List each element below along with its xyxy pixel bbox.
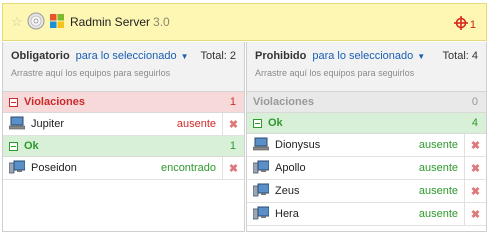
computer-name: Zeus: [275, 185, 300, 197]
group-label: Ok: [24, 140, 39, 152]
computer-name: Apollo: [275, 162, 306, 174]
group-label: Ok: [268, 117, 283, 129]
crosshair-alert-icon: [453, 16, 468, 33]
desktop-computer-icon: [252, 160, 270, 177]
group-label: Violaciones: [253, 96, 314, 108]
remove-icon[interactable]: ✖: [222, 113, 244, 135]
windows-logo-icon: [50, 13, 64, 31]
list-item[interactable]: Zeus ausente ✖: [247, 180, 486, 203]
computer-name: Dionysus: [275, 139, 321, 151]
collapse-icon[interactable]: [9, 97, 18, 107]
forbidden-column-header: Prohibido para lo seleccionado ▼ Total: …: [247, 42, 486, 92]
computer-name: Poseidon: [31, 162, 77, 174]
required-column: Obligatorio para lo seleccionado ▼ Total…: [2, 42, 245, 232]
drop-hint: Arrastre aquí los equipos para seguirlos: [255, 68, 415, 78]
remove-icon[interactable]: ✖: [464, 134, 486, 156]
app-version: 3.0: [153, 15, 170, 29]
desktop-computer-icon: [8, 160, 26, 177]
filter-dropdown[interactable]: para lo seleccionado: [76, 50, 177, 62]
alert-count: 1: [469, 18, 476, 31]
status-text: ausente: [418, 162, 458, 174]
violations-group-header[interactable]: Violaciones 0: [247, 92, 486, 113]
desktop-computer-icon: [252, 206, 270, 223]
chevron-down-icon[interactable]: ▼: [417, 52, 425, 61]
violations-group-header[interactable]: Violaciones 1: [3, 92, 244, 113]
remove-icon[interactable]: ✖: [464, 180, 486, 202]
alert-indicator[interactable]: 1: [453, 16, 476, 33]
group-count: 1: [229, 140, 236, 152]
status-text: ausente: [418, 185, 458, 197]
desktop-computer-icon: [252, 183, 270, 200]
remove-icon[interactable]: ✖: [464, 157, 486, 179]
list-item[interactable]: Jupiter ausente ✖: [3, 113, 244, 136]
status-text: ausente: [418, 139, 458, 151]
computer-icon: [8, 116, 26, 133]
ok-group-header[interactable]: Ok 1: [3, 136, 244, 157]
total-count: Total: 4: [442, 50, 478, 62]
drop-hint: Arrastre aquí los equipos para seguirlos: [11, 68, 171, 78]
ok-group-header[interactable]: Ok 4: [247, 113, 486, 134]
status-text: ausente: [176, 118, 216, 130]
collapse-icon[interactable]: [9, 141, 18, 151]
group-count: 1: [229, 96, 236, 108]
list-item[interactable]: Dionysus ausente ✖: [247, 134, 486, 157]
remove-icon[interactable]: ✖: [464, 203, 486, 225]
column-title: Obligatorio: [11, 50, 70, 62]
favorite-star-icon[interactable]: ☆: [11, 14, 25, 30]
app-name: Radmin Server: [70, 15, 151, 29]
column-title: Prohibido: [255, 50, 307, 62]
forbidden-column: Prohibido para lo seleccionado ▼ Total: …: [246, 42, 487, 232]
required-column-header: Obligatorio para lo seleccionado ▼ Total…: [3, 42, 244, 92]
list-item[interactable]: Hera ausente ✖: [247, 203, 486, 226]
status-text: encontrado: [160, 162, 216, 174]
computer-name: Jupiter: [31, 118, 65, 130]
status-text: ausente: [418, 208, 458, 220]
chevron-down-icon[interactable]: ▼: [181, 52, 189, 61]
header-bar: ☆ Radmin Server 3.0 1: [2, 3, 487, 41]
group-count: 4: [471, 117, 478, 129]
disc-icon: [27, 12, 45, 33]
remove-icon[interactable]: ✖: [222, 157, 244, 179]
list-item[interactable]: Poseidon encontrado ✖: [3, 157, 244, 180]
group-label: Violaciones: [24, 96, 85, 108]
filter-dropdown[interactable]: para lo seleccionado: [312, 50, 413, 62]
total-count: Total: 2: [200, 50, 236, 62]
computer-icon: [252, 137, 270, 154]
group-count: 0: [471, 96, 478, 108]
list-item[interactable]: Apollo ausente ✖: [247, 157, 486, 180]
computer-name: Hera: [275, 208, 299, 220]
collapse-icon[interactable]: [253, 118, 262, 128]
